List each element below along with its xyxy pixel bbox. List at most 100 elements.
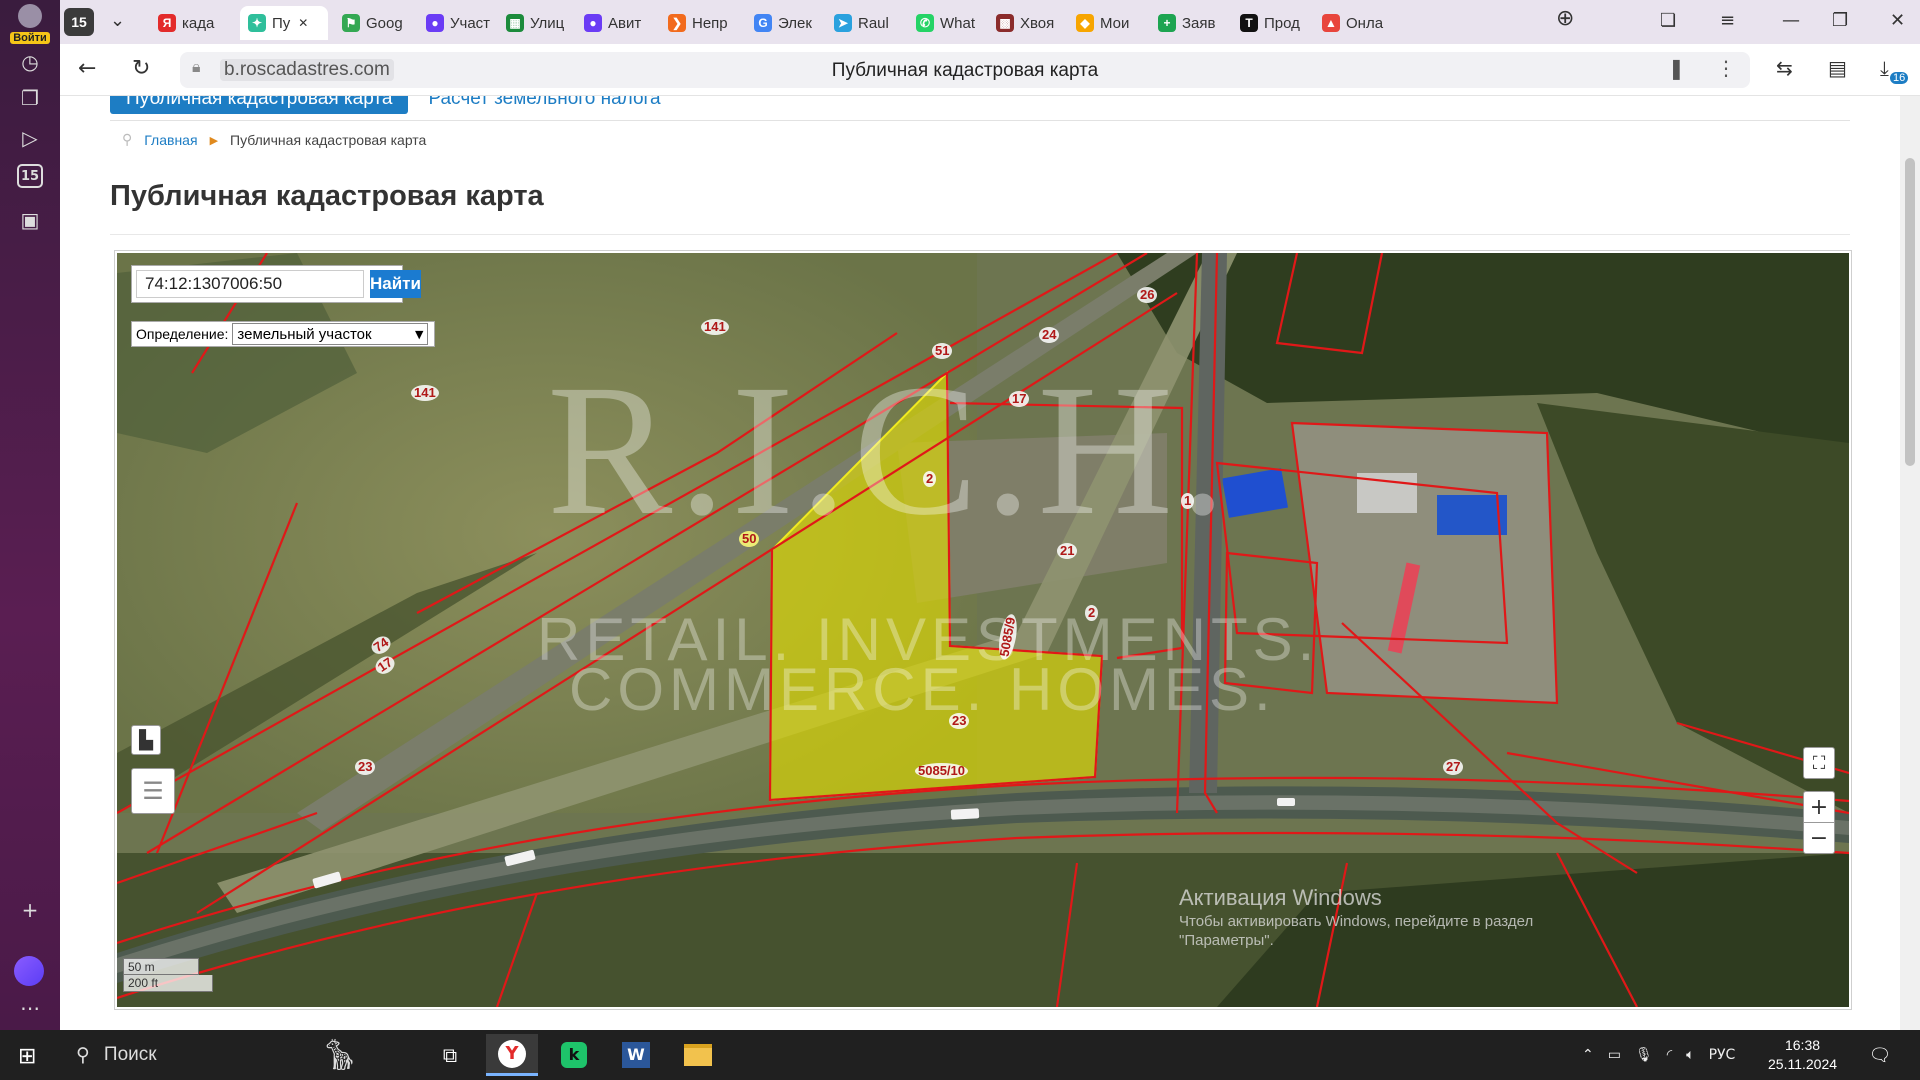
browser-tab[interactable]: ✦ Пу ✕ <box>240 6 328 40</box>
translate-icon[interactable]: ⇆ <box>1776 56 1793 80</box>
page-scrollbar[interactable] <box>1900 96 1920 1030</box>
more-icon[interactable]: ⋯ <box>14 992 46 1024</box>
browser-tab[interactable]: ➤ Raul <box>826 6 906 40</box>
browser-tab[interactable]: Якада <box>150 6 230 40</box>
bookmark-icon[interactable]: ❚ <box>1668 56 1685 80</box>
tab-label: What <box>940 14 976 32</box>
tab-label: Мои <box>1100 14 1130 32</box>
tab-label: Участ <box>450 14 491 32</box>
task-view-icon[interactable]: ⧉ <box>424 1034 476 1076</box>
cadastral-search-panel: Найти <box>131 265 421 303</box>
collections-icon[interactable]: ❐ <box>14 82 46 114</box>
profile-button[interactable]: Войти <box>6 4 54 44</box>
cadastral-map[interactable]: R.I.C.H. RETAIL. INVESTMENTS. COMMERCE. … <box>117 253 1849 1007</box>
file-explorer-icon[interactable] <box>672 1034 724 1076</box>
watermark-logo: R.I.C.H. <box>547 345 1233 554</box>
taskbar-search[interactable]: ⚲ Поиск 🦒︎ <box>62 1036 422 1074</box>
zoom-out-button[interactable]: − <box>1803 822 1835 854</box>
browser-tab[interactable]: T Прод <box>1232 6 1312 40</box>
address-bar-row: ← ↻ 🔒︎ b.roscadastres.com Публичная када… <box>60 44 1920 96</box>
tab-label: Авит <box>608 14 642 32</box>
fullscreen-icon[interactable]: ⛶ <box>1803 747 1835 779</box>
activation-title: Активация Windows <box>1179 885 1382 910</box>
avatar <box>18 4 42 28</box>
find-button[interactable]: Найти <box>370 270 421 298</box>
clock-date: 25.11.2024 <box>1768 1056 1838 1072</box>
collections-tab-icon[interactable]: ❏ <box>1660 10 1676 31</box>
nav-link-cadastral-map[interactable]: Публичная кадастровая карта <box>110 96 409 114</box>
scrollbar-thumb[interactable] <box>1905 158 1915 466</box>
tabs-menu-chevron-icon[interactable]: ⌄ <box>110 10 125 31</box>
battery-icon[interactable]: ▭ <box>1608 1047 1621 1063</box>
browser-tab[interactable]: ▦ Улиц <box>498 6 578 40</box>
tab-favicon-icon: ➤ <box>834 14 852 32</box>
tab-favicon-icon: ✦ <box>248 14 266 32</box>
wifi-icon[interactable]: ◜ <box>1667 1047 1672 1063</box>
browser-tab[interactable]: ▲ Онла <box>1314 6 1398 40</box>
page-menu-icon[interactable]: ⋮ <box>1716 56 1736 80</box>
browser-tab[interactable]: ⚑ Goog <box>334 6 416 40</box>
notifications-icon[interactable]: 🗨︎ <box>1854 1034 1906 1076</box>
windows-start-icon[interactable]: ⊞ <box>18 1044 36 1069</box>
address-bar[interactable]: 🔒︎ b.roscadastres.com Публичная кадастро… <box>180 52 1750 88</box>
language-indicator[interactable]: РУС <box>1709 1047 1736 1063</box>
layers-icon[interactable]: ☰ <box>131 768 175 814</box>
restore-button[interactable]: ❐ <box>1832 10 1848 31</box>
browser-sidebar: Войти ◷ ❐ ▷ 15 ▣ + ⋯ <box>0 0 60 1030</box>
kaspersky-icon[interactable]: k <box>548 1034 600 1076</box>
reload-button[interactable]: ↻ <box>132 56 150 81</box>
screenshot-icon[interactable]: ▣ <box>14 204 46 236</box>
calendar-badge-icon[interactable]: 15 <box>17 164 43 188</box>
clock[interactable]: 16:38 25.11.2024 <box>1768 1036 1837 1074</box>
minimize-button[interactable]: — <box>1782 10 1800 31</box>
browser-tab[interactable]: ● Авит <box>576 6 656 40</box>
parcel-label[interactable]: 5085/10 <box>915 763 968 779</box>
tab-label: Элек <box>778 14 812 32</box>
browser-tab[interactable]: G Элек <box>746 6 826 40</box>
yandex-browser-icon[interactable]: Y <box>486 1034 538 1076</box>
breadcrumb-home[interactable]: Главная <box>144 132 197 148</box>
browser-tab[interactable]: ▩ Хвоя <box>988 6 1068 40</box>
browser-tab[interactable]: ✆ What <box>908 6 988 40</box>
breadcrumb: ⚲ Главная ▶ Публичная кадастровая карта <box>122 132 426 148</box>
microphone-icon[interactable]: 🎙︎ <box>1635 1047 1653 1063</box>
nav-link-land-tax[interactable]: Расчет земельного налога <box>428 96 660 110</box>
new-tab-button[interactable]: ⊕ <box>1556 6 1574 31</box>
downloads-icon[interactable]: ⤓ <box>1880 56 1889 80</box>
object-type-value: земельный участок <box>237 325 372 343</box>
volume-icon[interactable]: 🔈︎ <box>1686 1047 1694 1063</box>
tab-favicon-icon: T <box>1240 14 1258 32</box>
media-play-icon[interactable]: ▷ <box>14 122 46 154</box>
tab-favicon-icon: ▲ <box>1322 14 1340 32</box>
extension-icon[interactable]: ▤ <box>1828 56 1847 80</box>
ruler-icon[interactable]: ▙ <box>131 725 161 755</box>
parcel-label[interactable]: 141 <box>411 385 439 401</box>
tab-favicon-icon: ▩ <box>996 14 1014 32</box>
tab-favicon-icon: ● <box>426 14 444 32</box>
tray-chevron-icon[interactable]: ⌃ <box>1582 1047 1594 1063</box>
back-button[interactable]: ← <box>78 56 96 81</box>
browser-tab[interactable]: ◆ Мои <box>1068 6 1148 40</box>
browser-tab[interactable]: + Заяв <box>1150 6 1230 40</box>
close-window-button[interactable]: ✕ <box>1890 10 1905 31</box>
chevron-down-icon: ▼ <box>414 327 424 341</box>
word-icon[interactable]: W <box>610 1034 662 1076</box>
object-type-select[interactable]: земельный участок ▼ <box>232 323 429 345</box>
tab-count-button[interactable]: 15 <box>64 8 94 36</box>
browser-tab[interactable]: ● Участ <box>418 6 500 40</box>
location-pin-icon: ⚲ <box>122 132 133 148</box>
zoom-in-button[interactable]: + <box>1803 791 1835 823</box>
close-tab-icon[interactable]: ✕ <box>298 16 308 30</box>
browser-tab[interactable]: ❯ Непр <box>660 6 748 40</box>
cadastral-number-input[interactable] <box>136 270 364 298</box>
add-panel-icon[interactable]: + <box>14 894 46 926</box>
alice-assistant-icon[interactable] <box>14 956 44 986</box>
tab-label: Заяв <box>1182 14 1216 32</box>
browser-menu-icon[interactable]: ≡ <box>1720 10 1735 31</box>
parcel-label[interactable]: 141 <box>701 319 729 335</box>
history-icon[interactable]: ◷ <box>14 46 46 78</box>
top-nav: Публичная кадастровая карта Расчет земел… <box>110 96 661 116</box>
tab-label: Онла <box>1346 14 1384 32</box>
system-tray: ⌃ ▭ 🎙︎ ◜ 🔈︎ РУС <box>1582 1030 1735 1080</box>
map-scale: 50 m 200 ft <box>123 958 213 992</box>
